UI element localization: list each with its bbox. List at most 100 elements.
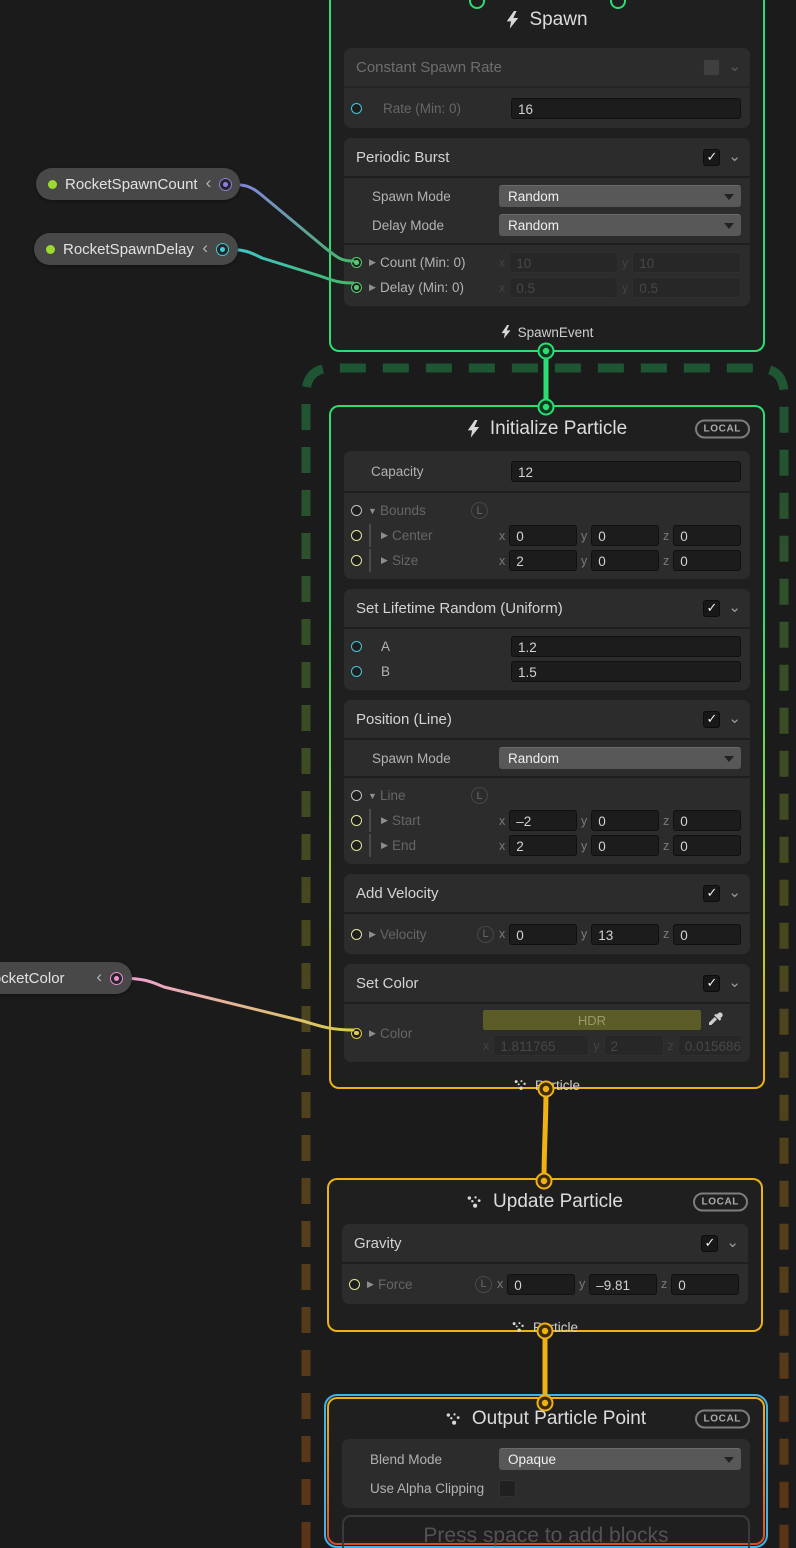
force-x-field[interactable]: 0 bbox=[507, 1274, 575, 1295]
color-z-field[interactable]: 0.015686 bbox=[678, 1035, 741, 1056]
collapse-icon[interactable]: ‹ bbox=[96, 967, 102, 987]
spawn-context-node[interactable]: Spawn Constant Spawn Rate ⌄ Rate (Min: 0… bbox=[329, 0, 765, 352]
local-space-icon[interactable]: L bbox=[471, 787, 488, 804]
center-z-field[interactable]: 0 bbox=[673, 525, 741, 546]
position-line-block[interactable]: Position (Line) ✓ ⌄ Spawn Mode Random bbox=[344, 700, 750, 864]
end-x-field[interactable]: 2 bbox=[509, 835, 577, 856]
initialize-node-title-bar[interactable]: Initialize Particle LOCAL bbox=[331, 407, 763, 451]
velocity-input-port[interactable] bbox=[351, 929, 362, 940]
output-node-title-bar[interactable]: Output Particle Point LOCAL bbox=[329, 1399, 763, 1439]
block-enable-checkbox[interactable]: ✓ bbox=[703, 600, 720, 617]
expander-open-icon[interactable]: ▼ bbox=[365, 506, 380, 516]
capacity-field[interactable]: 12 bbox=[511, 461, 741, 482]
end-y-field[interactable]: 0 bbox=[591, 835, 659, 856]
color-input-port[interactable] bbox=[351, 1028, 362, 1039]
chevron-down-icon[interactable]: ⌄ bbox=[728, 62, 741, 72]
output-particle-context-node[interactable]: Output Particle Point LOCAL Blend Mode O… bbox=[324, 1394, 768, 1548]
hdr-color-swatch[interactable]: HDR bbox=[483, 1010, 701, 1030]
add-blocks-placeholder[interactable]: Press space to add blocks bbox=[342, 1515, 750, 1548]
block-enable-checkbox[interactable]: ✓ bbox=[703, 975, 720, 992]
local-space-icon[interactable]: L bbox=[477, 926, 494, 943]
local-space-icon[interactable]: L bbox=[475, 1276, 492, 1293]
delay-input-port[interactable] bbox=[351, 282, 362, 293]
chevron-down-icon[interactable]: ⌄ bbox=[728, 603, 741, 613]
block-enable-checkbox[interactable]: ✓ bbox=[701, 1235, 718, 1252]
expander-closed-icon[interactable]: ▶ bbox=[377, 530, 392, 541]
delay-mode-dropdown[interactable]: Random bbox=[499, 214, 741, 236]
expander-closed-icon[interactable]: ▶ bbox=[363, 1279, 378, 1290]
chevron-down-icon[interactable]: ⌄ bbox=[728, 152, 741, 162]
param-output-port[interactable] bbox=[110, 972, 123, 985]
end-z-field[interactable]: 0 bbox=[673, 835, 741, 856]
constant-spawn-rate-block[interactable]: Constant Spawn Rate ⌄ Rate (Min: 0) 16 bbox=[344, 48, 750, 128]
blend-mode-dropdown[interactable]: Opaque bbox=[499, 1448, 741, 1470]
block-enable-checkbox[interactable]: ✓ bbox=[703, 149, 720, 166]
param-output-port[interactable] bbox=[219, 178, 232, 191]
param-rocket-spawn-delay[interactable]: RocketSpawnDelay ‹ bbox=[34, 233, 238, 265]
expander-closed-icon[interactable]: ▶ bbox=[377, 555, 392, 566]
bounds-input-port[interactable] bbox=[351, 505, 362, 516]
set-lifetime-block[interactable]: Set Lifetime Random (Uniform) ✓ ⌄ A 1.2 … bbox=[344, 589, 750, 690]
block-enable-checkbox[interactable] bbox=[703, 59, 720, 76]
delay-y-field[interactable]: 0.5 bbox=[632, 277, 741, 298]
start-x-field[interactable]: –2 bbox=[509, 810, 577, 831]
line-end-port[interactable] bbox=[351, 840, 362, 851]
set-color-block[interactable]: Set Color ✓ ⌄ ▶ Color HDR bbox=[344, 964, 750, 1062]
collapse-icon[interactable]: ‹ bbox=[206, 173, 212, 193]
expander-open-icon[interactable]: ▼ bbox=[365, 791, 380, 801]
force-input-port[interactable] bbox=[349, 1279, 360, 1290]
color-y-field[interactable]: 2 bbox=[604, 1035, 664, 1056]
count-y-field[interactable]: 10 bbox=[632, 252, 741, 273]
start-y-field[interactable]: 0 bbox=[591, 810, 659, 831]
output-settings-block[interactable]: Blend Mode Opaque Use Alpha Clipping bbox=[342, 1439, 750, 1508]
chevron-down-icon[interactable]: ⌄ bbox=[728, 978, 741, 988]
line-start-port[interactable] bbox=[351, 815, 362, 826]
size-x-field[interactable]: 2 bbox=[509, 550, 577, 571]
velocity-z-field[interactable]: 0 bbox=[673, 924, 741, 945]
center-x-field[interactable]: 0 bbox=[509, 525, 577, 546]
expander-closed-icon[interactable]: ▶ bbox=[365, 929, 380, 940]
alpha-clipping-checkbox[interactable] bbox=[499, 1480, 516, 1497]
count-x-field[interactable]: 10 bbox=[509, 252, 618, 273]
collapse-icon[interactable]: ‹ bbox=[202, 238, 208, 258]
expander-closed-icon[interactable]: ▶ bbox=[365, 282, 380, 293]
size-input-port[interactable] bbox=[351, 555, 362, 566]
force-y-field[interactable]: –9.81 bbox=[589, 1274, 657, 1295]
expander-closed-icon[interactable]: ▶ bbox=[365, 257, 380, 268]
update-node-title-bar[interactable]: Update Particle LOCAL bbox=[329, 1180, 761, 1224]
param-rocket-color[interactable]: RocketColor ‹ bbox=[0, 962, 132, 994]
param-output-port[interactable] bbox=[216, 243, 229, 256]
position-spawn-mode-dropdown[interactable]: Random bbox=[499, 747, 741, 769]
rate-field[interactable]: 16 bbox=[511, 98, 741, 119]
chevron-down-icon[interactable]: ⌄ bbox=[728, 714, 741, 724]
block-enable-checkbox[interactable]: ✓ bbox=[703, 885, 720, 902]
lifetime-b-port[interactable] bbox=[351, 666, 362, 677]
block-enable-checkbox[interactable]: ✓ bbox=[703, 711, 720, 728]
expander-closed-icon[interactable]: ▶ bbox=[377, 815, 392, 826]
center-input-port[interactable] bbox=[351, 530, 362, 541]
spawn-mode-dropdown[interactable]: Random bbox=[499, 185, 741, 207]
add-velocity-block[interactable]: Add Velocity ✓ ⌄ ▶ Velocity L x0 y13 z0 bbox=[344, 874, 750, 954]
rate-input-port[interactable] bbox=[351, 103, 362, 114]
chevron-down-icon[interactable]: ⌄ bbox=[728, 888, 741, 898]
velocity-y-field[interactable]: 13 bbox=[591, 924, 659, 945]
velocity-x-field[interactable]: 0 bbox=[509, 924, 577, 945]
periodic-burst-block[interactable]: Periodic Burst ✓ ⌄ Spawn Mode Random bbox=[344, 138, 750, 306]
size-z-field[interactable]: 0 bbox=[673, 550, 741, 571]
lifetime-a-field[interactable]: 1.2 bbox=[511, 636, 741, 657]
chevron-down-icon[interactable]: ⌄ bbox=[726, 1238, 739, 1248]
expander-closed-icon[interactable]: ▶ bbox=[377, 840, 392, 851]
local-space-icon[interactable]: L bbox=[471, 502, 488, 519]
update-particle-context-node[interactable]: Update Particle LOCAL Gravity ✓ ⌄ ▶ Forc… bbox=[327, 1178, 763, 1332]
expander-closed-icon[interactable]: ▶ bbox=[365, 1028, 380, 1039]
delay-x-field[interactable]: 0.5 bbox=[509, 277, 618, 298]
size-y-field[interactable]: 0 bbox=[591, 550, 659, 571]
count-input-port[interactable] bbox=[351, 257, 362, 268]
spawn-node-title-bar[interactable]: Spawn bbox=[331, 0, 763, 48]
param-rocket-spawn-count[interactable]: RocketSpawnCount ‹ bbox=[36, 168, 240, 200]
eyedropper-icon[interactable] bbox=[707, 1012, 723, 1028]
start-z-field[interactable]: 0 bbox=[673, 810, 741, 831]
initialize-particle-context-node[interactable]: Initialize Particle LOCAL Capacity 12 ▼ … bbox=[329, 405, 765, 1089]
center-y-field[interactable]: 0 bbox=[591, 525, 659, 546]
gravity-block[interactable]: Gravity ✓ ⌄ ▶ Force L x0 y–9.81 z0 bbox=[342, 1224, 748, 1304]
